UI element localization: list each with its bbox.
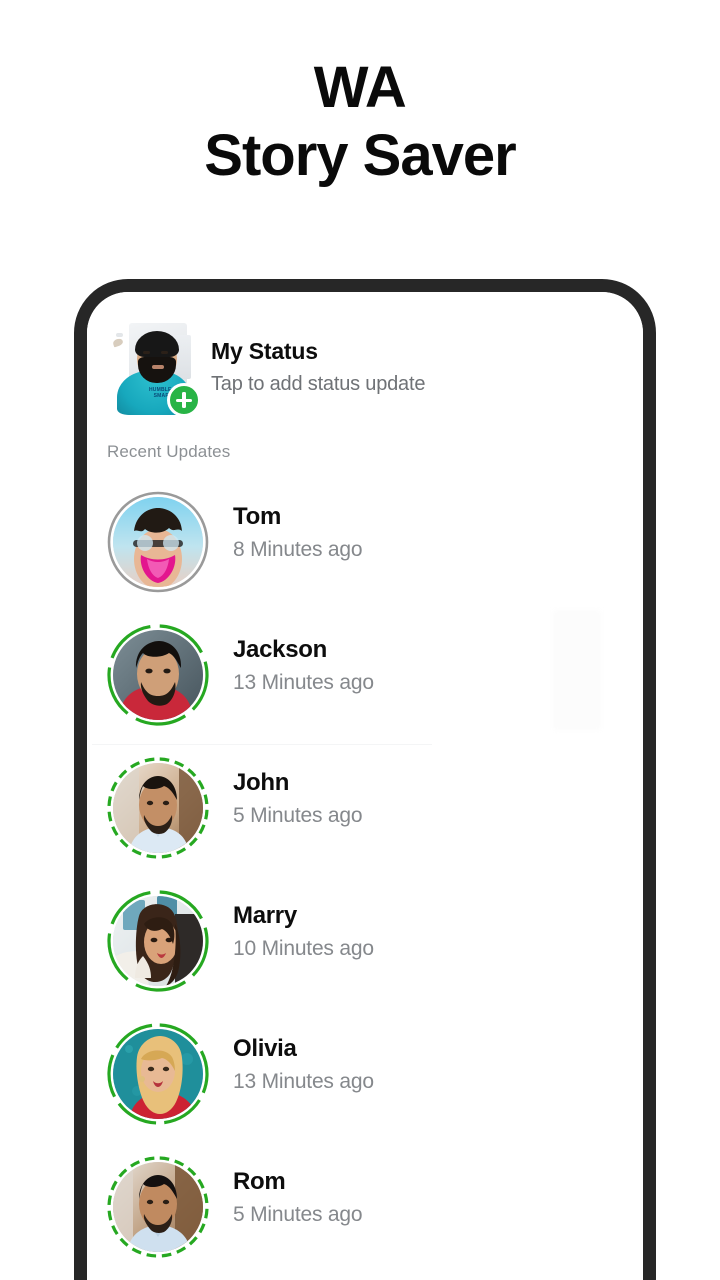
avatar-eye-right <box>161 351 168 354</box>
avatar <box>113 1029 203 1119</box>
status-timestamp: 13 Minutes ago <box>233 1070 374 1093</box>
status-row[interactable]: Olivia 13 Minutes ago <box>87 1010 643 1143</box>
my-status-avatar[interactable]: HUMBLE & SMART <box>111 323 203 417</box>
avatar-speck <box>112 337 124 348</box>
status-avatar[interactable] <box>105 888 211 994</box>
plus-icon[interactable] <box>167 383 201 417</box>
status-avatar[interactable] <box>105 755 211 861</box>
status-timestamp: 8 Minutes ago <box>233 538 363 561</box>
page-title-line2: Story Saver <box>204 123 516 188</box>
contact-name: John <box>233 769 290 796</box>
avatar-eye-left <box>143 351 150 354</box>
status-row[interactable]: Tom 8 Minutes ago <box>87 478 643 611</box>
status-text: Jackson 13 Minutes ago <box>233 636 374 695</box>
status-text: Olivia 13 Minutes ago <box>233 1035 374 1094</box>
status-text: Rom 5 Minutes ago <box>233 1168 363 1227</box>
status-row[interactable]: Marry 10 Minutes ago <box>87 877 643 1010</box>
status-timestamp: 10 Minutes ago <box>233 937 374 960</box>
avatar <box>113 763 203 853</box>
my-status-text: My Status Tap to add status update <box>211 337 425 396</box>
contact-name: Jackson <box>233 636 327 663</box>
status-avatar[interactable] <box>105 1154 211 1260</box>
promo-screenshot: WA Story Saver HUMBLE & SMART My Status … <box>0 0 720 1280</box>
status-row[interactable]: Jackson 13 Minutes ago <box>87 611 643 744</box>
contact-name: Olivia <box>233 1035 297 1062</box>
avatar-mouth <box>152 365 164 369</box>
contact-name: Rom <box>233 1168 286 1195</box>
contact-name: Marry <box>233 902 297 929</box>
status-avatar[interactable] <box>105 489 211 595</box>
page-title-line1: WA <box>313 55 407 120</box>
status-row[interactable]: John 5 Minutes ago <box>87 744 643 877</box>
avatar <box>113 896 203 986</box>
avatar <box>113 1162 203 1252</box>
status-list: Tom 8 Minutes ago Jackson 13 Minutes ago <box>87 478 643 1276</box>
status-avatar[interactable] <box>105 622 211 728</box>
status-text: John 5 Minutes ago <box>233 769 363 828</box>
my-status-subtitle: Tap to add status update <box>211 373 426 395</box>
phone-screen: HUMBLE & SMART My Status Tap to add stat… <box>87 292 643 1280</box>
contact-name: Tom <box>233 503 281 530</box>
page-title: WA Story Saver <box>0 54 720 190</box>
status-timestamp: 5 Minutes ago <box>233 804 363 827</box>
avatar <box>113 497 203 587</box>
my-status-title: My Status <box>211 338 318 364</box>
status-avatar[interactable] <box>105 1021 211 1127</box>
status-timestamp: 5 Minutes ago <box>233 1203 363 1226</box>
status-text: Marry 10 Minutes ago <box>233 902 374 961</box>
avatar <box>113 630 203 720</box>
status-timestamp: 13 Minutes ago <box>233 671 374 694</box>
my-status-row[interactable]: HUMBLE & SMART My Status Tap to add stat… <box>87 321 643 429</box>
status-row[interactable]: Rom 5 Minutes ago <box>87 1143 643 1276</box>
avatar-speck-2 <box>116 333 123 337</box>
phone-mockup: HUMBLE & SMART My Status Tap to add stat… <box>74 279 656 1280</box>
status-text: Tom 8 Minutes ago <box>233 503 363 562</box>
row-divider <box>92 744 432 745</box>
recent-updates-label: Recent Updates <box>107 442 231 461</box>
